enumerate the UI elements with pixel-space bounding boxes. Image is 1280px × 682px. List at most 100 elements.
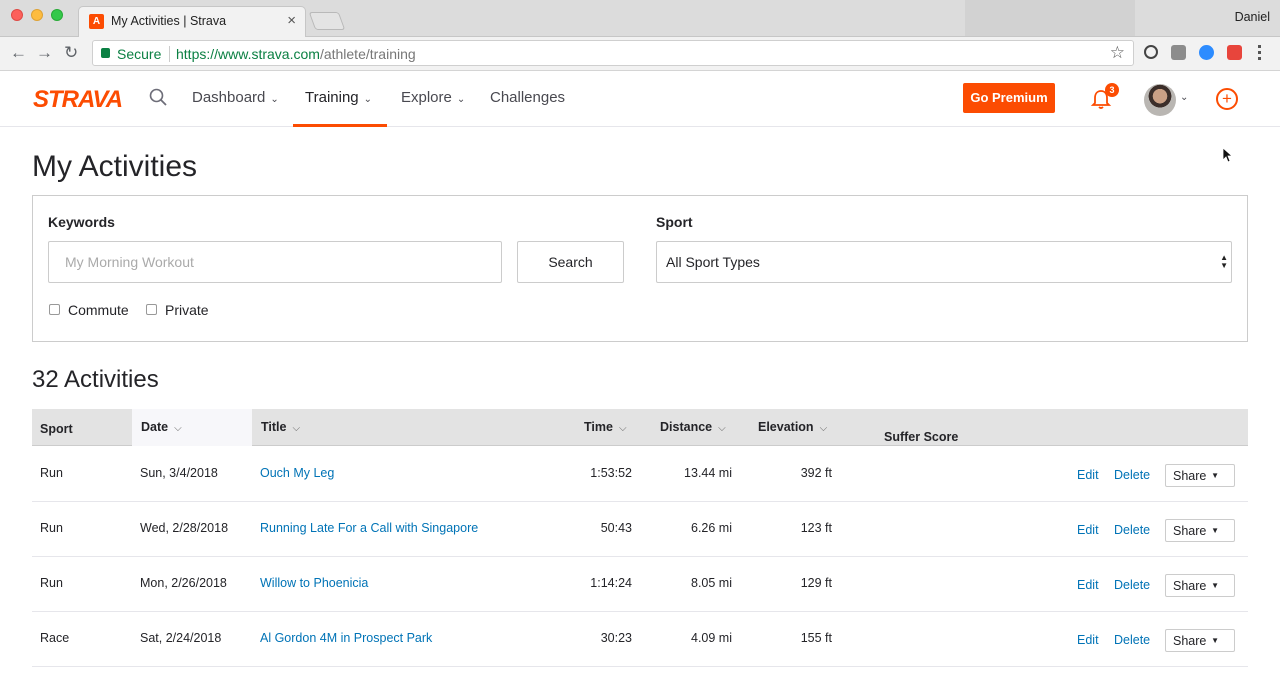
row-title-link[interactable]: Running Late For a Call with Singapore (260, 521, 478, 535)
close-window-button[interactable] (11, 9, 23, 21)
row-title-link[interactable]: Ouch My Leg (260, 466, 334, 480)
bookmark-star-icon[interactable]: ☆ (1110, 43, 1125, 63)
row-date: Sat, 2/24/2018 (140, 631, 222, 645)
nav-training-label: Training (305, 89, 359, 106)
delete-link[interactable]: Delete (1114, 523, 1150, 537)
row-elevation: 155 ft (800, 631, 832, 645)
sort-chevron-icon: ⌵ (292, 423, 301, 434)
edit-link[interactable]: Edit (1077, 523, 1099, 537)
share-button[interactable]: Share ▼ (1165, 519, 1235, 542)
browser-tab-bar: A My Activities | Strava × Daniel (0, 0, 1280, 37)
col-title[interactable]: Title ⌵ (261, 420, 300, 434)
row-sport: Run (40, 521, 63, 535)
row-distance: 13.44 mi (684, 466, 732, 480)
keywords-label: Keywords (48, 214, 115, 230)
private-checkbox[interactable] (146, 304, 157, 315)
row-distance: 4.09 mi (691, 631, 732, 645)
col-date-label: Date (141, 420, 169, 434)
delete-link[interactable]: Delete (1114, 578, 1150, 592)
minimize-window-button[interactable] (31, 9, 43, 21)
row-time: 1:53:52 (590, 466, 632, 480)
share-label: Share (1173, 634, 1207, 648)
browser-tab[interactable]: A My Activities | Strava × (78, 6, 306, 37)
row-title-link[interactable]: Willow to Phoenicia (260, 576, 368, 590)
nav-explore[interactable]: Explore ⌄ (401, 89, 465, 106)
zoom-window-button[interactable] (51, 9, 63, 21)
table-row: Race Sat, 2/24/2018 Al Gordon 4M in Pros… (32, 612, 1248, 667)
avatar[interactable] (1144, 84, 1176, 116)
row-elevation: 123 ft (800, 521, 832, 535)
row-elevation: 392 ft (800, 466, 832, 480)
nav-challenges[interactable]: Challenges (490, 89, 565, 106)
chevron-down-icon: ⌄ (456, 94, 466, 105)
col-time-label: Time (584, 420, 613, 434)
strava-logo[interactable]: STRAVA (33, 86, 123, 114)
row-date: Wed, 2/28/2018 (140, 521, 229, 535)
sort-chevron-icon: ⌵ (618, 423, 627, 434)
nav-training[interactable]: Training ⌄ (305, 89, 372, 106)
url-path: /athlete/training (319, 46, 416, 62)
browser-profile-name[interactable]: Daniel (1235, 10, 1270, 24)
extension-1password-icon[interactable] (1144, 45, 1158, 59)
address-separator (169, 46, 170, 62)
caret-down-icon: ▼ (1211, 636, 1219, 645)
search-button[interactable]: Search (517, 241, 624, 283)
secure-label: Secure (117, 46, 162, 62)
col-date[interactable]: Date ⌵ (141, 420, 182, 434)
nav-dashboard[interactable]: Dashboard ⌄ (192, 89, 279, 106)
col-time[interactable]: Time ⌵ (584, 420, 627, 434)
row-sport: Race (40, 631, 70, 645)
notification-badge: 3 (1105, 83, 1119, 97)
row-title-link[interactable]: Al Gordon 4M in Prospect Park (260, 631, 432, 645)
tab-close-icon[interactable]: × (287, 12, 296, 29)
col-elevation[interactable]: Elevation ⌵ (758, 420, 827, 434)
page-title: My Activities (32, 150, 198, 183)
url-text: https://www.strava.com/athlete/training (176, 46, 416, 62)
address-bar[interactable]: Secure https://www.strava.com/athlete/tr… (92, 40, 1134, 66)
sport-label: Sport (656, 214, 693, 230)
add-activity-plus-icon[interactable]: + (1216, 88, 1238, 110)
table-row: Run Sun, 3/4/2018 Ouch My Leg 1:53:52 13… (32, 447, 1248, 502)
col-title-label: Title (261, 420, 287, 434)
nav-dashboard-label: Dashboard (192, 89, 266, 106)
edit-link[interactable]: Edit (1077, 633, 1099, 647)
share-button[interactable]: Share ▼ (1165, 629, 1235, 652)
url-host: https://www.strava.com (176, 46, 320, 62)
search-icon[interactable] (149, 88, 167, 106)
col-distance[interactable]: Distance ⌵ (660, 420, 726, 434)
forward-arrow-icon[interactable]: → (36, 43, 53, 63)
chevron-down-icon[interactable]: ⌄ (1180, 92, 1188, 103)
extension-chat-icon[interactable] (1171, 45, 1186, 60)
extension-r-icon[interactable] (1227, 45, 1242, 60)
strava-favicon-icon: A (89, 14, 104, 29)
go-premium-button[interactable]: Go Premium (963, 83, 1055, 113)
tabbar-drag-area (965, 0, 1135, 36)
tab-title: My Activities | Strava (111, 14, 227, 28)
private-label[interactable]: Private (165, 302, 209, 318)
edit-link[interactable]: Edit (1077, 468, 1099, 482)
share-label: Share (1173, 579, 1207, 593)
commute-label[interactable]: Commute (68, 302, 129, 318)
table-row: Run Mon, 2/26/2018 Willow to Phoenicia 1… (32, 557, 1248, 612)
sort-chevron-icon: ⌵ (718, 423, 726, 434)
share-button[interactable]: Share ▼ (1165, 464, 1235, 487)
active-nav-underline (293, 124, 387, 127)
sport-select[interactable]: All Sport Types ▲ ▼ (656, 241, 1232, 283)
col-elevation-label: Elevation (758, 420, 814, 434)
reload-icon[interactable]: ↻ (64, 43, 78, 63)
commute-checkbox[interactable] (49, 304, 60, 315)
share-button[interactable]: Share ▼ (1165, 574, 1235, 597)
keywords-input[interactable] (48, 241, 502, 283)
lock-icon (101, 48, 110, 58)
table-header: Sport Date ⌵ Title ⌵ Time ⌵ Distance ⌵ Eleva… (32, 409, 1248, 446)
edit-link[interactable]: Edit (1077, 578, 1099, 592)
browser-menu-icon[interactable] (1258, 45, 1262, 60)
new-tab-button[interactable] (308, 12, 346, 30)
col-distance-label: Distance (660, 420, 713, 434)
delete-link[interactable]: Delete (1114, 633, 1150, 647)
extension-zoom-icon[interactable] (1199, 45, 1214, 60)
row-sport: Run (40, 466, 63, 480)
site-header: STRAVA Dashboard ⌄ Training ⌄ Explore ⌄ Cha… (0, 71, 1280, 127)
delete-link[interactable]: Delete (1114, 468, 1150, 482)
back-arrow-icon[interactable]: ← (10, 43, 27, 63)
